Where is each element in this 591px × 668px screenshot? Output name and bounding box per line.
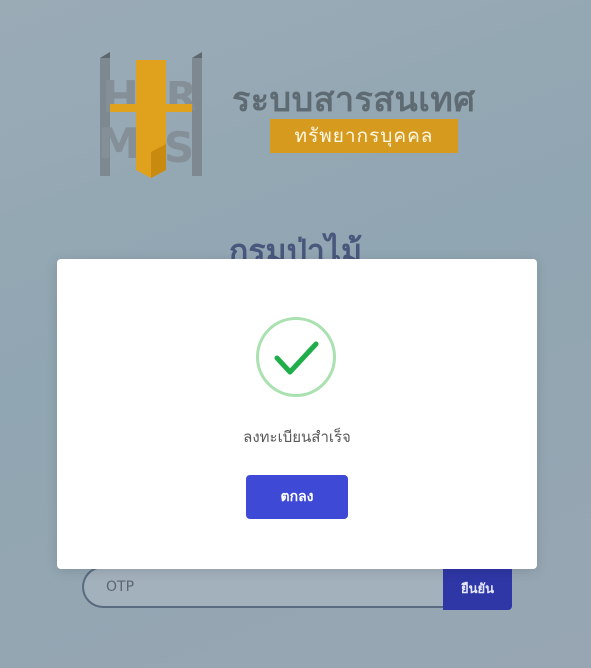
ok-button[interactable]: ตกลง xyxy=(246,475,348,519)
success-dialog: ลงทะเบียนสำเร็จ ตกลง xyxy=(57,259,537,569)
success-message: ลงทะเบียนสำเร็จ xyxy=(243,428,351,446)
success-check-icon xyxy=(256,317,336,397)
